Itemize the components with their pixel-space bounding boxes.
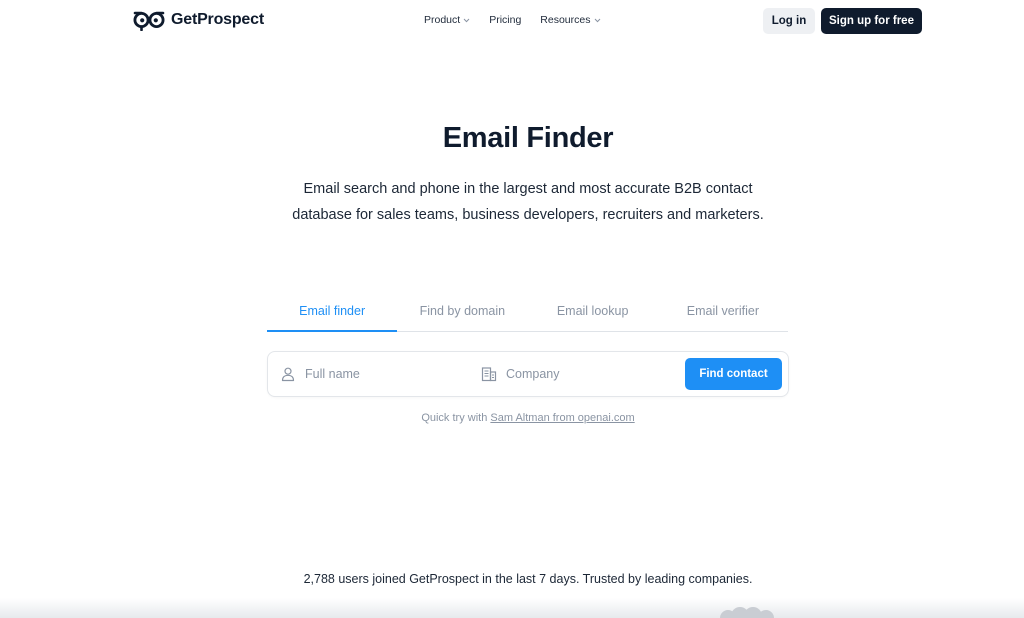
page-subtitle: Email search and phone in the largest an… <box>292 181 764 223</box>
cloud-logo-icon <box>720 607 774 618</box>
chevron-down-icon <box>463 18 470 22</box>
customer-logos-strip <box>0 598 1024 618</box>
building-icon <box>481 367 497 382</box>
nav-item-pricing[interactable]: Pricing <box>489 14 521 26</box>
nav-item-label: Resources <box>540 14 591 26</box>
search-form: Find contact <box>267 351 789 397</box>
chevron-down-icon <box>594 18 600 22</box>
tab-email-finder[interactable]: Email finder <box>267 300 398 332</box>
user-icon <box>281 367 295 382</box>
tab-find-by-domain[interactable]: Find by domain <box>397 300 527 331</box>
site-header: GetProspect Product Pricing Resources Lo… <box>0 0 1024 42</box>
login-button[interactable]: Log in <box>763 8 815 34</box>
tab-email-verifier[interactable]: Email verifier <box>658 300 788 331</box>
quick-try-link[interactable]: Sam Altman from openai.com <box>490 412 634 424</box>
nav-item-label: Pricing <box>489 14 522 26</box>
find-contact-button[interactable]: Find contact <box>685 358 782 390</box>
full-name-field <box>280 352 470 396</box>
full-name-input[interactable] <box>305 367 455 381</box>
page-title: Email Finder <box>442 122 614 154</box>
trusted-text: 2,788 users joined GetProspect in the la… <box>303 572 753 586</box>
nav-item-resources[interactable]: Resources <box>540 14 600 26</box>
finder-tabs: Email finder Find by domain Email lookup… <box>267 300 788 332</box>
tab-email-lookup[interactable]: Email lookup <box>528 300 658 331</box>
nav-item-product[interactable]: Product <box>424 14 470 26</box>
nav-item-label: Product <box>424 14 461 26</box>
signup-button[interactable]: Sign up for free <box>821 8 922 34</box>
company-field <box>481 352 671 396</box>
main-nav: Product Pricing Resources <box>424 14 601 26</box>
owl-logo-icon <box>133 11 165 31</box>
quick-try: Quick try with Sam Altman from openai.co… <box>0 412 1024 424</box>
company-input[interactable] <box>506 367 656 381</box>
quick-try-prefix: Quick try with <box>421 412 488 424</box>
brand-logo[interactable]: GetProspect <box>133 9 264 31</box>
brand-name: GetProspect <box>171 11 264 28</box>
